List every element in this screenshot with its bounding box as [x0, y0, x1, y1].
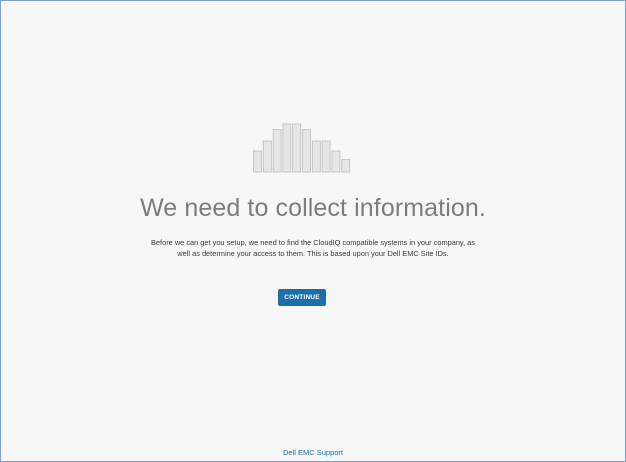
logo-bar [302, 129, 311, 173]
page-title: We need to collect information. [140, 194, 486, 222]
continue-button[interactable]: CONTINUE [278, 289, 326, 306]
logo-bar [292, 123, 302, 173]
logo-bar [311, 140, 321, 173]
logo-bar [272, 129, 282, 173]
logo-bar [262, 140, 272, 173]
logo-bar [331, 150, 341, 173]
dell-emc-support-link[interactable]: Dell EMC Support [1, 448, 625, 457]
logo-bar [253, 150, 262, 173]
page-frame: We need to collect information. Before w… [0, 0, 626, 462]
logo-bar [282, 123, 292, 173]
logo-bar [321, 140, 331, 173]
setup-description: Before we can get you setup, we need to … [151, 238, 475, 258]
cloudiq-bars-icon [253, 123, 351, 173]
logo-bar [341, 159, 351, 173]
